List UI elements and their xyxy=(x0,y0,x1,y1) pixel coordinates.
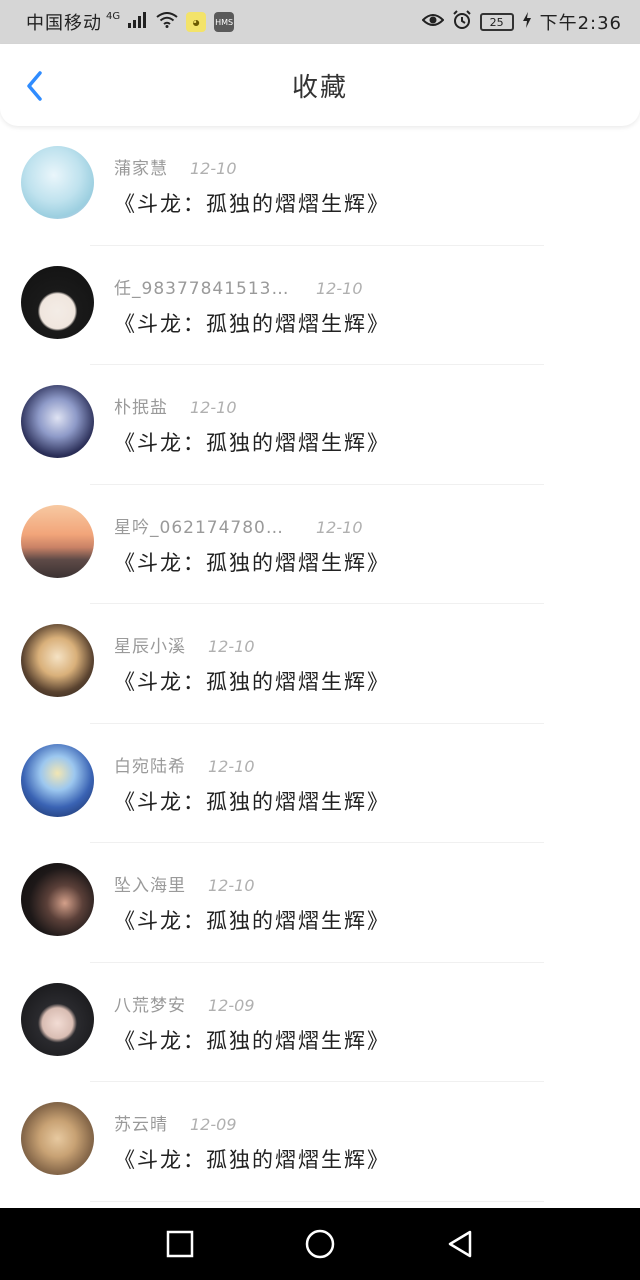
list-item[interactable]: 任_98377841513966… 12-10 《斗龙：孤独的熠熠生辉》 xyxy=(0,246,640,365)
avatar[interactable] xyxy=(21,385,94,458)
item-date: 12-10 xyxy=(208,756,255,776)
avatar[interactable] xyxy=(21,743,94,817)
user-name[interactable]: 苏云晴 xyxy=(114,1110,168,1135)
app-notification-icon: ◕ xyxy=(186,12,207,32)
divider xyxy=(90,1200,544,1202)
avatar[interactable] xyxy=(21,624,94,697)
item-date: 12-10 xyxy=(208,876,255,895)
item-meta: 苏云晴 12-09 xyxy=(114,1110,237,1135)
list-item[interactable]: 坠入海里 12-10 《斗龙：孤独的熠熠生辉》 xyxy=(0,843,640,963)
item-title[interactable]: 《斗龙：孤独的熠熠生辉》 xyxy=(114,1144,390,1174)
item-title[interactable]: 《斗龙：孤独的熠熠生辉》 xyxy=(114,188,390,218)
list-item[interactable]: 八荒梦安 12-09 《斗龙：孤独的熠熠生辉》 xyxy=(0,963,640,1082)
system-nav-bar xyxy=(0,1208,640,1280)
carrier-label: 中国移动 xyxy=(26,13,102,34)
user-name[interactable]: 白宛陆希 xyxy=(114,752,186,777)
item-title[interactable]: 《斗龙：孤独的熠熠生辉》 xyxy=(114,1025,390,1055)
favorites-list: 蒲家慧 12-10 《斗龙：孤独的熠熠生辉》 任_98377841513966…… xyxy=(0,126,640,1202)
item-date: 12-10 xyxy=(190,159,237,178)
item-meta: 朴抿盐 12-10 xyxy=(114,393,237,418)
avatar[interactable] xyxy=(21,146,94,219)
battery-indicator: 25 xyxy=(479,13,514,31)
triangle-back-icon xyxy=(448,1230,472,1258)
status-bar: 中国移动 4G ◕ HMS 25 下午2:36 xyxy=(0,0,640,44)
circle-icon xyxy=(305,1229,335,1259)
user-name[interactable]: 坠入海里 xyxy=(114,871,186,896)
avatar[interactable] xyxy=(21,863,94,936)
network-type: 4G xyxy=(106,10,121,22)
status-bar-right: 25 下午2:36 xyxy=(421,9,622,35)
item-meta: 八荒梦安 12-09 xyxy=(114,991,255,1016)
item-date: 12-09 xyxy=(190,1115,237,1134)
user-name[interactable]: 星吟_062174780227… xyxy=(114,513,294,538)
signal-icon xyxy=(128,11,148,33)
list-item[interactable]: 星辰小溪 12-10 《斗龙：孤独的熠熠生辉》 xyxy=(0,604,640,724)
item-title[interactable]: 《斗龙：孤独的熠熠生辉》 xyxy=(114,666,390,696)
item-date: 12-10 xyxy=(208,637,255,656)
item-meta: 星吟_062174780227… 12-10 xyxy=(114,513,363,538)
status-bar-left: 中国移动 4G ◕ HMS xyxy=(26,9,235,35)
item-meta: 星辰小溪 12-10 xyxy=(114,632,255,657)
avatar[interactable] xyxy=(21,504,94,578)
item-meta: 坠入海里 12-10 xyxy=(114,871,255,896)
system-back-button[interactable] xyxy=(435,1219,485,1269)
header: 收藏 xyxy=(0,44,640,126)
eye-icon xyxy=(421,12,444,33)
item-date: 12-09 xyxy=(208,995,255,1015)
home-button[interactable] xyxy=(295,1219,345,1269)
list-item[interactable]: 星吟_062174780227… 12-10 《斗龙：孤独的熠熠生辉》 xyxy=(0,485,640,604)
charging-icon xyxy=(522,11,532,33)
item-date: 12-10 xyxy=(316,517,363,537)
item-title[interactable]: 《斗龙：孤独的熠熠生辉》 xyxy=(114,308,390,338)
alarm-icon xyxy=(452,9,472,35)
user-name[interactable]: 八荒梦安 xyxy=(114,991,186,1016)
wifi-icon xyxy=(156,11,178,33)
item-title[interactable]: 《斗龙：孤独的熠熠生辉》 xyxy=(114,786,390,816)
list-item[interactable]: 白宛陆希 12-10 《斗龙：孤独的熠熠生辉》 xyxy=(0,724,640,843)
item-title[interactable]: 《斗龙：孤独的熠熠生辉》 xyxy=(114,427,390,457)
recent-apps-button[interactable] xyxy=(155,1219,205,1269)
item-date: 12-10 xyxy=(190,398,237,417)
item-title[interactable]: 《斗龙：孤独的熠熠生辉》 xyxy=(114,905,390,935)
item-meta: 任_98377841513966… 12-10 xyxy=(114,274,363,299)
item-meta: 蒲家慧 12-10 xyxy=(114,154,237,179)
item-date: 12-10 xyxy=(316,278,363,298)
user-name[interactable]: 朴抿盐 xyxy=(114,393,168,418)
item-meta: 白宛陆希 12-10 xyxy=(114,752,255,777)
list-item[interactable]: 朴抿盐 12-10 《斗龙：孤独的熠熠生辉》 xyxy=(0,365,640,485)
chevron-left-icon xyxy=(27,71,42,101)
user-name[interactable]: 蒲家慧 xyxy=(114,154,168,179)
list-item[interactable]: 苏云晴 12-09 《斗龙：孤独的熠熠生辉》 xyxy=(0,1082,640,1202)
list-item[interactable]: 蒲家慧 12-10 《斗龙：孤独的熠熠生辉》 xyxy=(0,126,640,246)
user-name[interactable]: 任_98377841513966… xyxy=(114,274,294,299)
back-button[interactable] xyxy=(18,70,50,102)
avatar[interactable] xyxy=(21,1102,94,1175)
hms-notification-icon: HMS xyxy=(214,12,235,32)
page-title: 收藏 xyxy=(291,72,348,103)
user-name[interactable]: 星辰小溪 xyxy=(114,632,186,657)
avatar[interactable] xyxy=(21,982,94,1056)
item-title[interactable]: 《斗龙：孤独的熠熠生辉》 xyxy=(114,547,390,577)
clock: 下午2:36 xyxy=(539,13,622,34)
square-icon xyxy=(166,1230,194,1258)
avatar[interactable] xyxy=(21,265,94,339)
